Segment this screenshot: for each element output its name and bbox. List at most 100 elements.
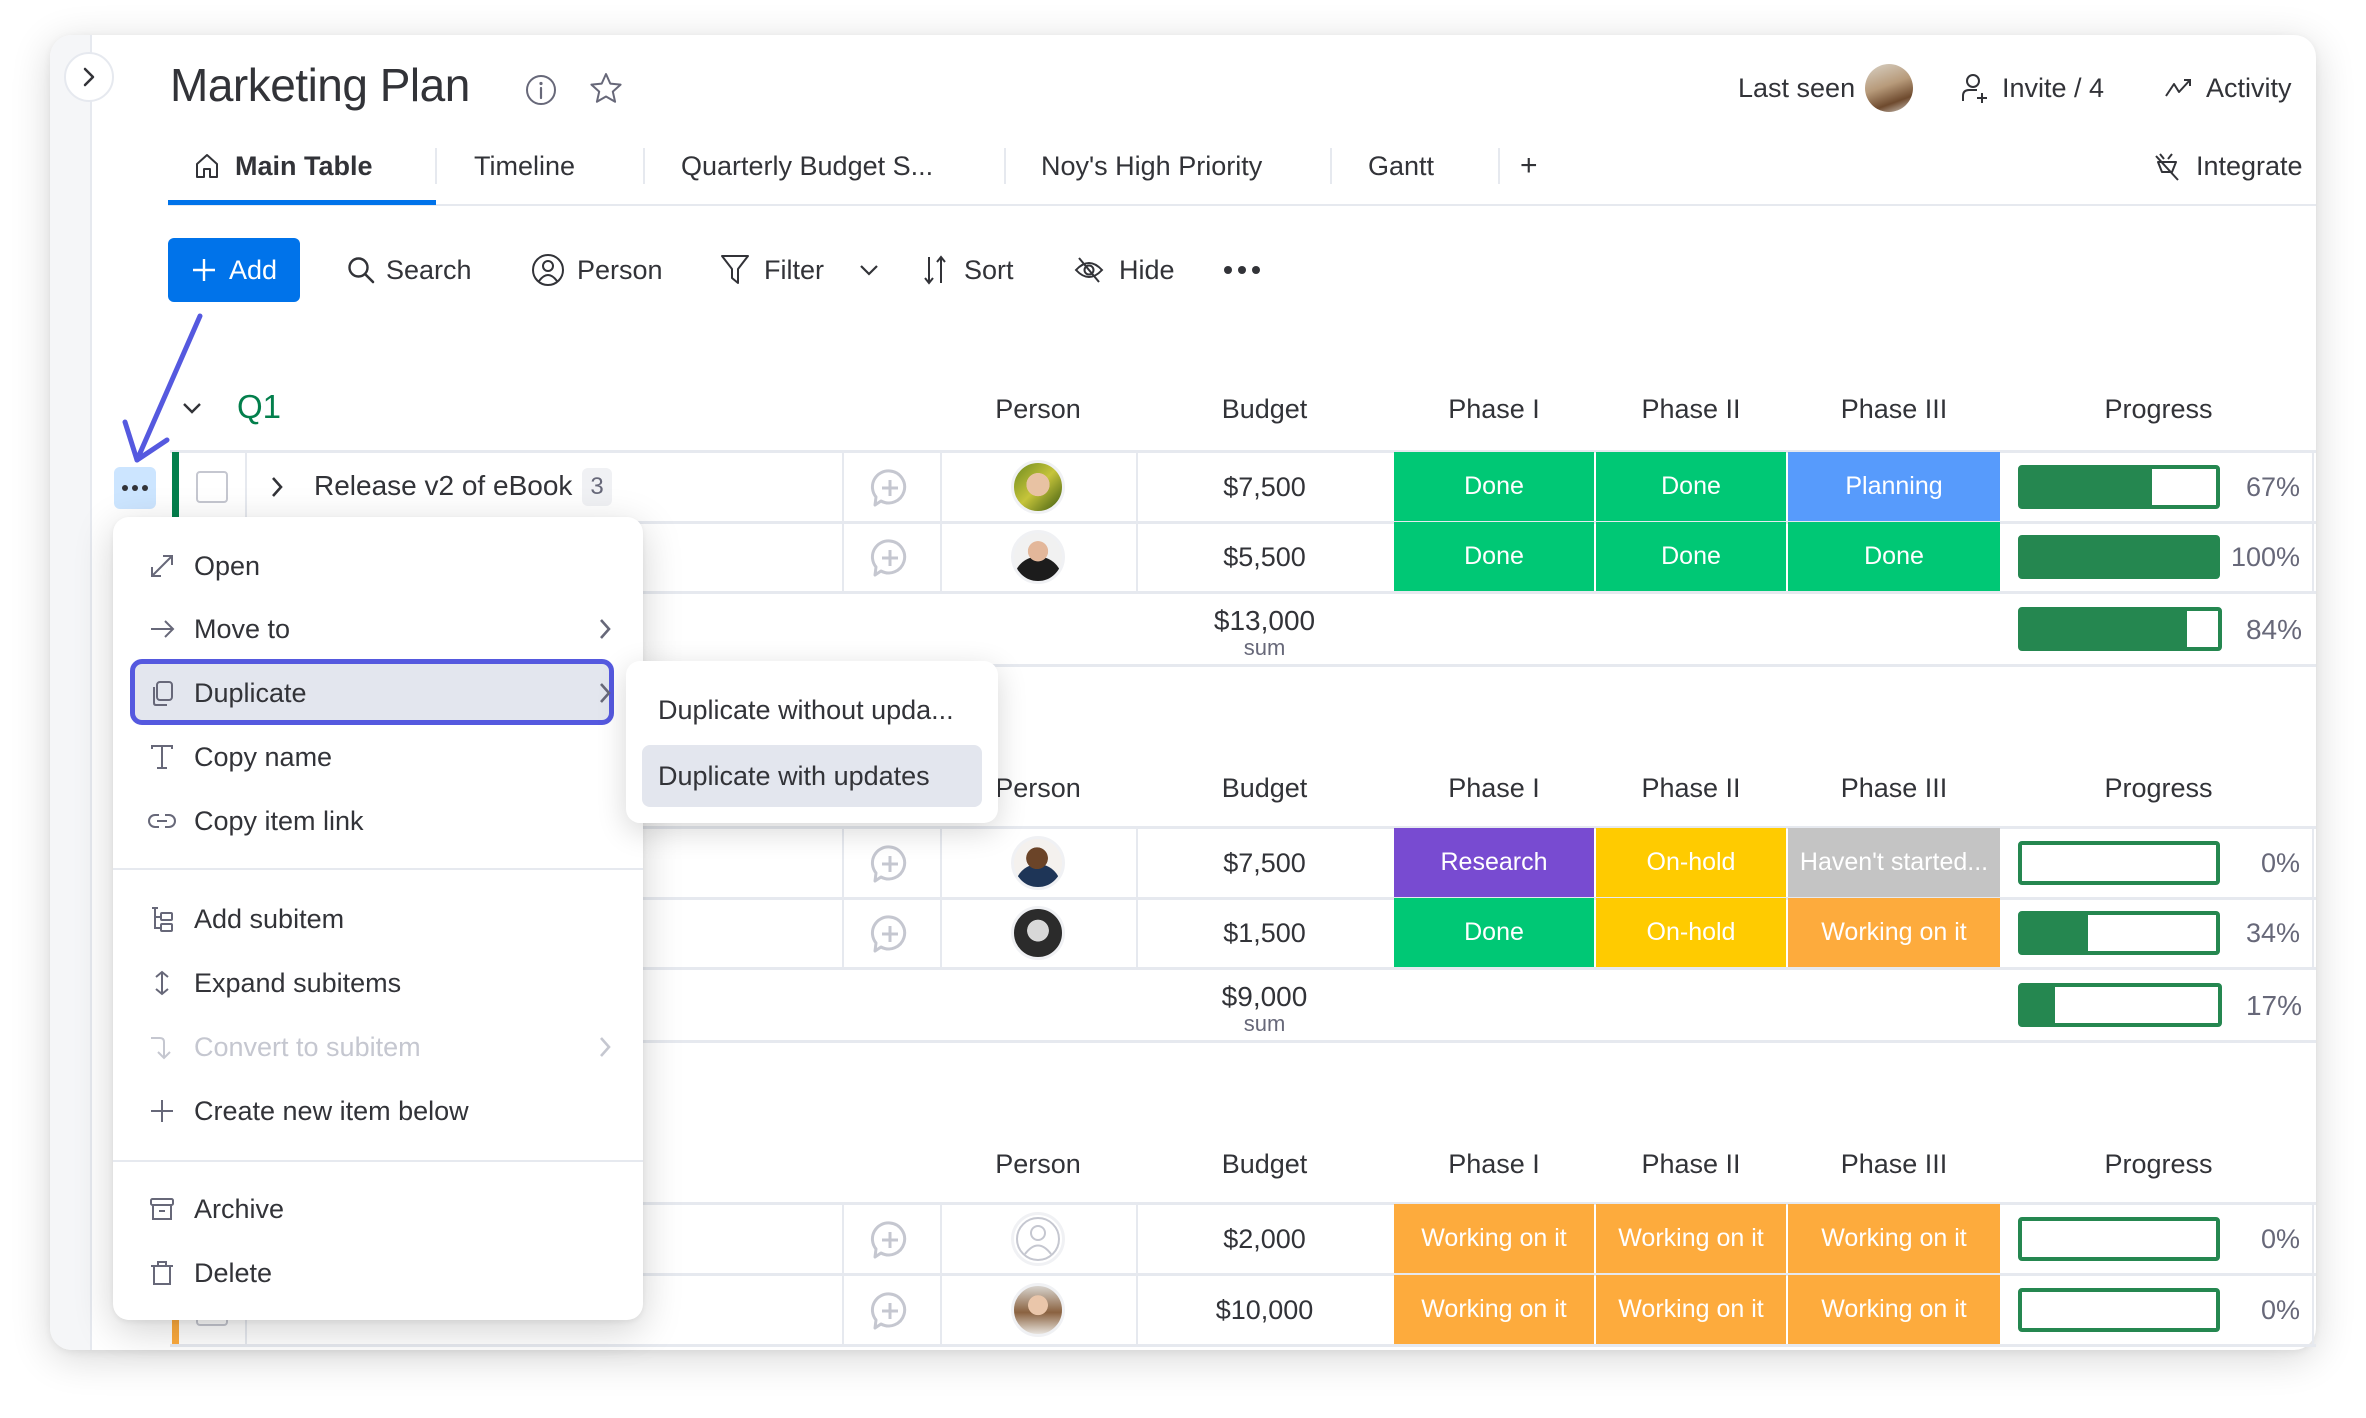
column-header-phase3[interactable]: Phase III: [1787, 1149, 2001, 1180]
menu-item-expand-subitems[interactable]: Expand subitems: [113, 955, 643, 1011]
column-header-phase1[interactable]: Phase I: [1393, 1149, 1595, 1180]
expand-vertical-icon: [147, 968, 177, 998]
progress-fill: [2022, 539, 2216, 575]
menu-item-copy-item-link[interactable]: Copy item link: [113, 793, 643, 849]
status-cell-phase1[interactable]: Done: [1394, 898, 1594, 967]
status-cell-phase1[interactable]: Done: [1394, 522, 1594, 591]
column-header-phase3[interactable]: Phase III: [1787, 394, 2001, 425]
column-header-person[interactable]: Person: [940, 394, 1136, 425]
menu-item-label: Convert to subitem: [194, 1031, 421, 1062]
status-cell-phase1[interactable]: Working on it: [1394, 1275, 1594, 1344]
expand-subitems-button[interactable]: [268, 474, 288, 500]
progress-bar: [2018, 1288, 2220, 1332]
trash-icon: [147, 1258, 177, 1288]
menu-item-move-to[interactable]: Move to: [113, 601, 643, 657]
status-cell-phase3[interactable]: Working on it: [1788, 898, 2000, 967]
person-avatar[interactable]: [1011, 836, 1065, 890]
menu-item-create-new-item-below[interactable]: Create new item below: [113, 1083, 643, 1139]
add-update-button[interactable]: [869, 1219, 911, 1261]
group-collapse-chevron[interactable]: [180, 396, 204, 420]
progress-percent: 0%: [2260, 848, 2300, 878]
progress-summary-percent: 17%: [2245, 990, 2302, 1021]
status-cell-phase3[interactable]: Working on it: [1788, 1275, 2000, 1344]
add-update-button[interactable]: [869, 1290, 911, 1332]
row-checkbox[interactable]: [196, 471, 228, 503]
menu-item-copy-name[interactable]: Copy name: [113, 729, 643, 785]
budget-cell[interactable]: $10,000: [1136, 1295, 1393, 1326]
progress-fill: [2022, 915, 2088, 951]
status-cell-phase2[interactable]: On-hold: [1596, 898, 1786, 967]
menu-item-duplicate[interactable]: Duplicate: [113, 665, 643, 721]
menu-item-add-subitem[interactable]: Add subitem: [113, 891, 643, 947]
column-divider: [940, 1275, 942, 1345]
person-avatar[interactable]: [1011, 906, 1065, 960]
menu-divider: [113, 1160, 643, 1162]
menu-item-archive[interactable]: Archive: [113, 1181, 643, 1237]
add-update-button[interactable]: [869, 537, 911, 579]
column-header-phase2[interactable]: Phase II: [1595, 394, 1787, 425]
chevron-right-icon: [272, 477, 283, 497]
chevron-down-icon: [183, 403, 201, 414]
status-cell-phase2[interactable]: On-hold: [1596, 828, 1786, 897]
column-header-budget[interactable]: Budget: [1136, 394, 1393, 425]
column-divider: [2312, 1204, 2314, 1274]
menu-item-label: Add subitem: [194, 903, 345, 934]
status-cell-phase3[interactable]: Planning: [1788, 452, 2000, 521]
status-cell-phase2[interactable]: Working on it: [1596, 1275, 1786, 1344]
column-header-person[interactable]: Person: [940, 1149, 1136, 1180]
progress-bar: [2018, 911, 2220, 955]
status-cell-phase1[interactable]: Research: [1394, 828, 1594, 897]
column-header-phase2[interactable]: Phase II: [1595, 773, 1787, 804]
add-update-button[interactable]: [869, 467, 911, 509]
column-header-progress[interactable]: Progress: [2001, 1149, 2316, 1180]
progress-percent: 0%: [2260, 1224, 2300, 1254]
column-header-phase1[interactable]: Phase I: [1393, 394, 1595, 425]
status-cell-phase3[interactable]: Working on it: [1788, 1204, 2000, 1273]
column-header-phase3[interactable]: Phase III: [1787, 773, 2001, 804]
chevron-right-icon: [593, 1032, 617, 1062]
column-header-budget[interactable]: Budget: [1136, 1149, 1393, 1180]
item-name[interactable]: Release v2 of eBook: [314, 470, 572, 502]
person-avatar[interactable]: [1011, 1283, 1065, 1337]
status-cell-phase1[interactable]: Working on it: [1394, 1204, 1594, 1273]
budget-cell[interactable]: $7,500: [1136, 848, 1393, 879]
budget-cell[interactable]: $5,500: [1136, 542, 1393, 573]
subitems-count-badge[interactable]: 3: [582, 468, 612, 506]
menu-item-delete[interactable]: Delete: [113, 1245, 643, 1301]
status-cell-phase3[interactable]: Haven't started...: [1788, 828, 2000, 897]
column-header-phase2[interactable]: Phase II: [1595, 1149, 1787, 1180]
unassigned-person-icon[interactable]: [1011, 1212, 1065, 1266]
add-update-button[interactable]: [869, 913, 911, 955]
column-divider: [842, 1204, 844, 1274]
person-avatar[interactable]: [1011, 460, 1065, 514]
link-icon: [147, 806, 177, 836]
budget-cell[interactable]: $7,500: [1136, 472, 1393, 503]
convert-icon: [147, 1032, 177, 1062]
column-header-progress[interactable]: Progress: [2001, 394, 2316, 425]
duplicate-without-updates-option[interactable]: Duplicate without upda...: [642, 679, 982, 741]
column-divider: [2312, 828, 2314, 898]
menu-item-open[interactable]: Open: [113, 538, 643, 594]
add-update-bubble-icon: [870, 845, 907, 883]
status-cell-phase2[interactable]: Done: [1596, 522, 1786, 591]
column-header-progress[interactable]: Progress: [2001, 773, 2316, 804]
budget-cell[interactable]: $2,000: [1136, 1224, 1393, 1255]
add-update-bubble-icon: [870, 915, 907, 953]
status-cell-phase1[interactable]: Done: [1394, 452, 1594, 521]
column-header-phase1[interactable]: Phase I: [1393, 773, 1595, 804]
column-header-budget[interactable]: Budget: [1136, 773, 1393, 804]
add-update-button[interactable]: [869, 843, 911, 885]
text-icon: [147, 742, 177, 772]
budget-cell[interactable]: $1,500: [1136, 918, 1393, 949]
column-divider: [2312, 898, 2314, 968]
progress-summary-bar: [2018, 607, 2222, 651]
group-title[interactable]: Q1: [237, 388, 281, 426]
progress-percent: 0%: [2260, 1295, 2300, 1325]
duplicate-with-updates-option[interactable]: Duplicate with updates: [642, 745, 982, 807]
progress-summary-bar: [2018, 983, 2222, 1027]
column-divider: [842, 452, 844, 522]
status-cell-phase3[interactable]: Done: [1788, 522, 2000, 591]
status-cell-phase2[interactable]: Working on it: [1596, 1204, 1786, 1273]
status-cell-phase2[interactable]: Done: [1596, 452, 1786, 521]
person-avatar[interactable]: [1011, 530, 1065, 584]
